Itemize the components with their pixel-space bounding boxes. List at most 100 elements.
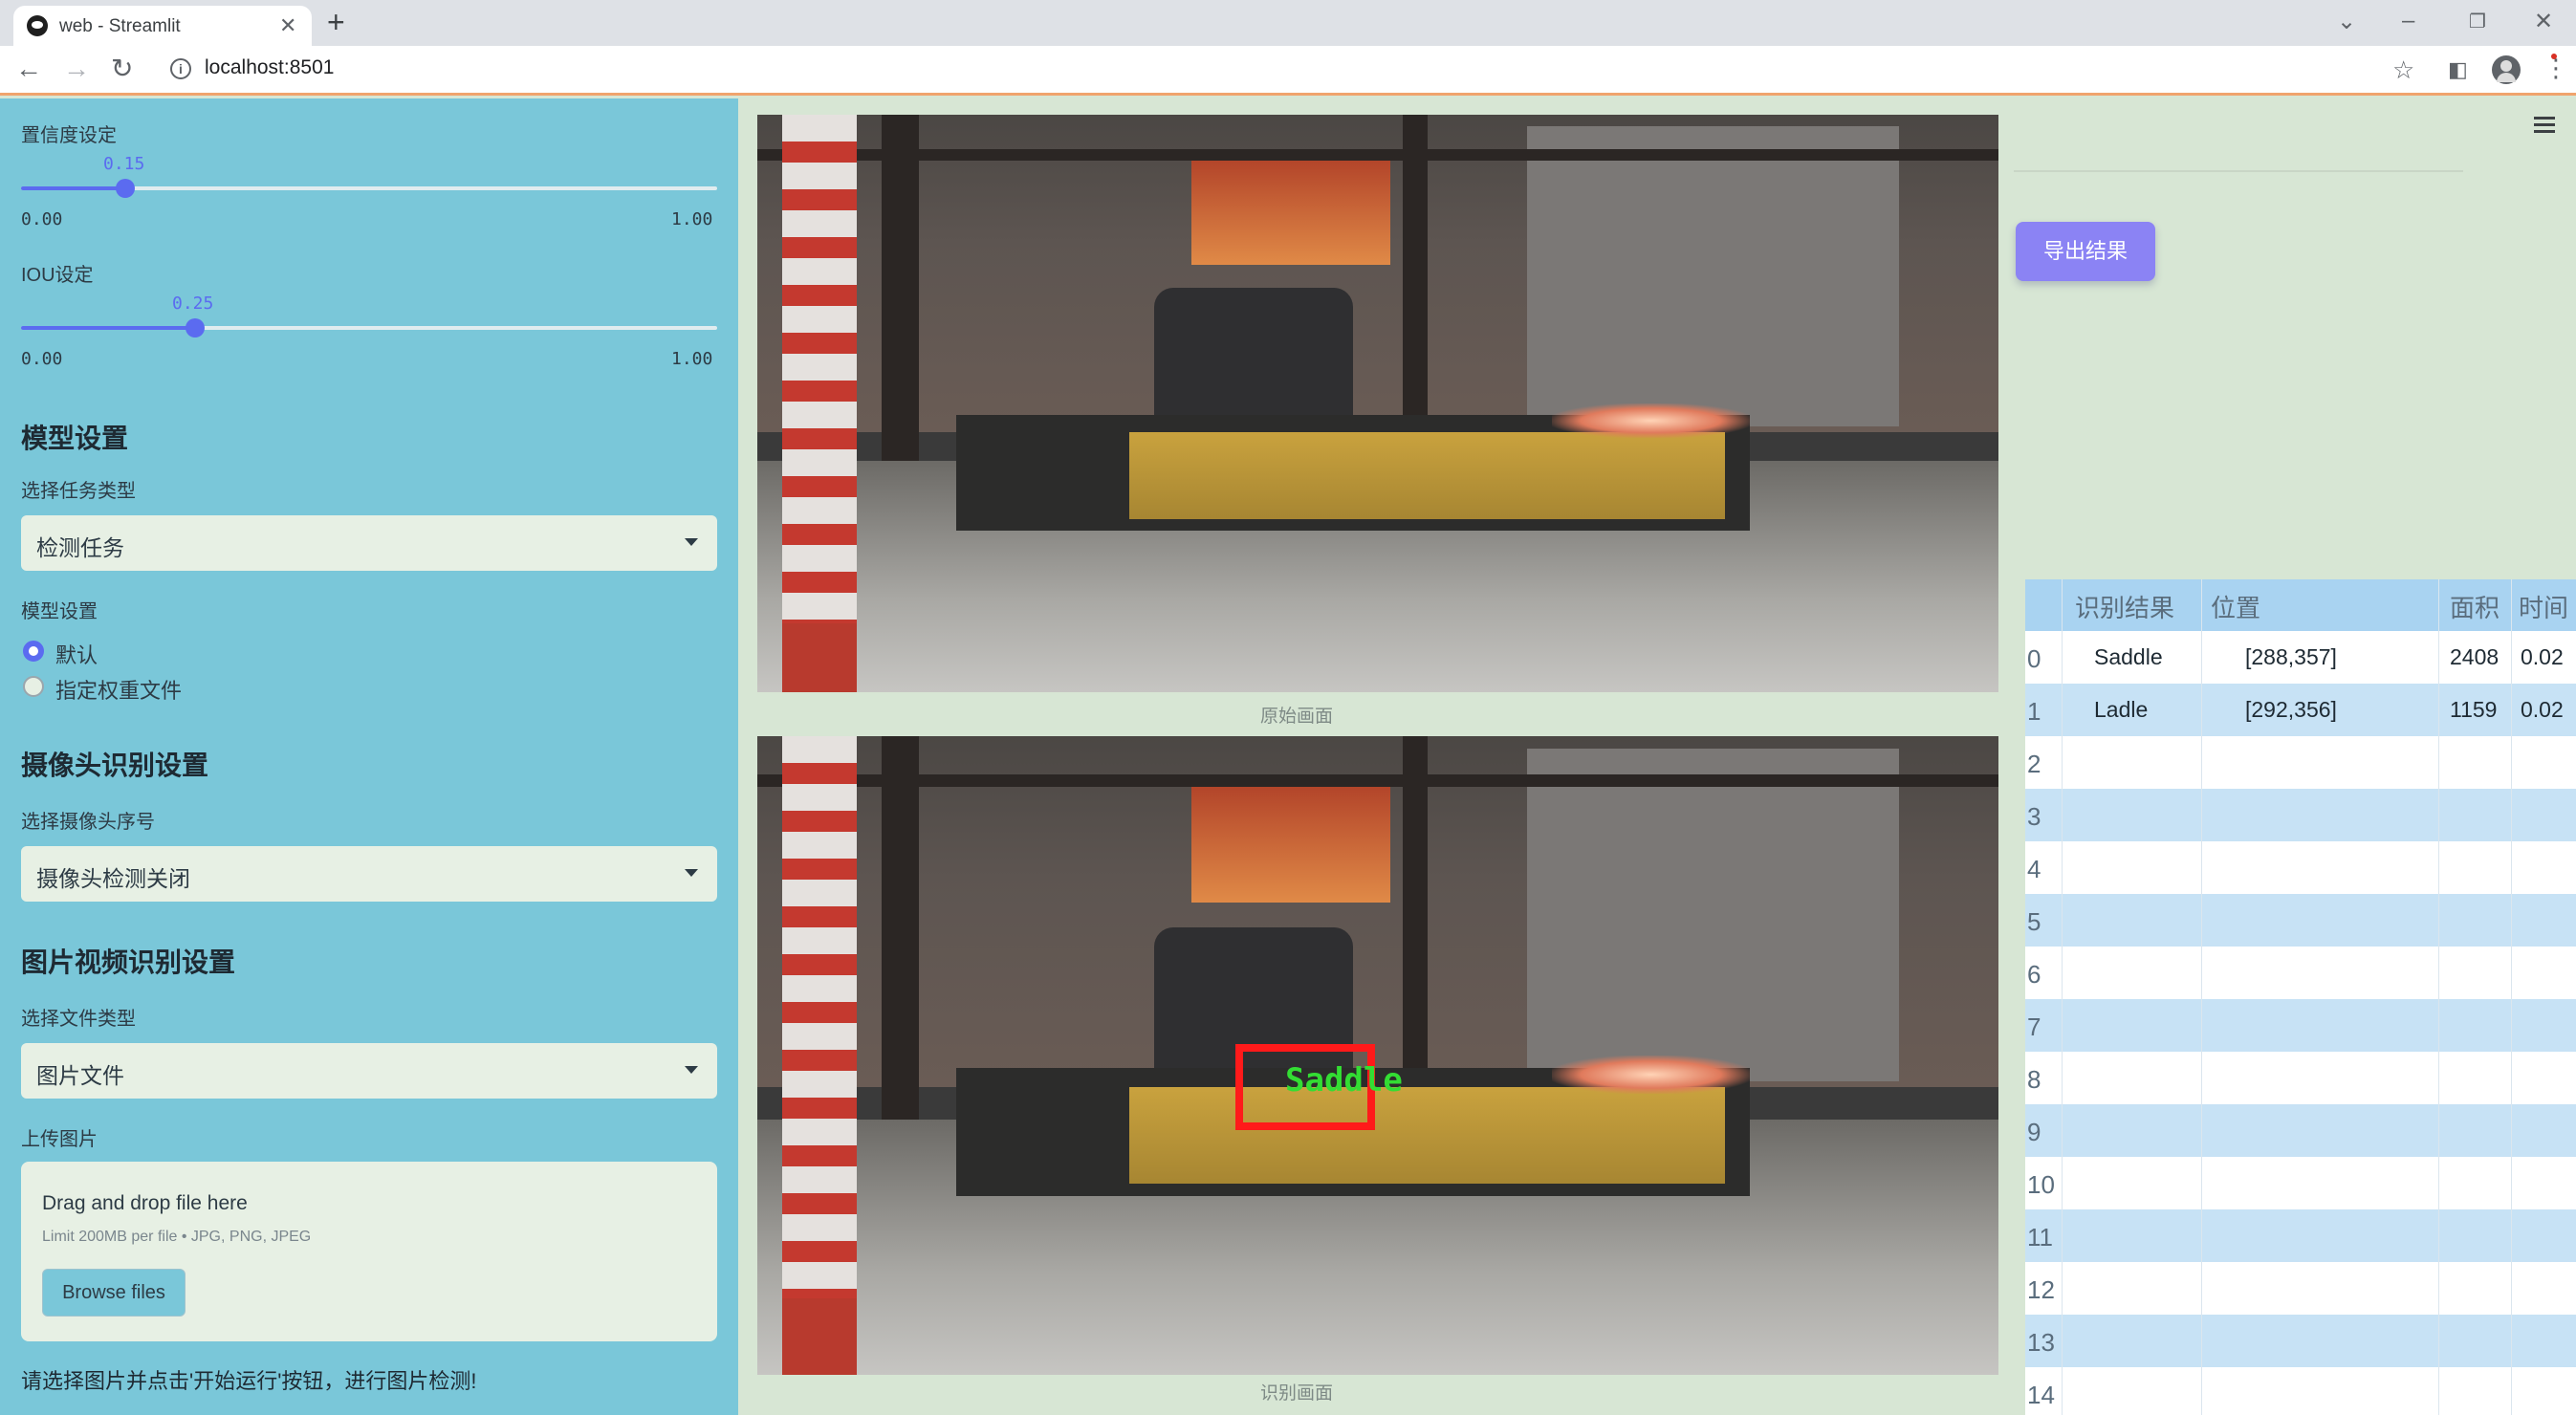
iou-label: IOU设定 xyxy=(21,265,94,286)
original-caption: 原始画面 xyxy=(1260,707,1334,727)
result-image: Saddle xyxy=(757,736,1998,1375)
table-row[interactable]: 3 xyxy=(2025,789,2576,841)
cell-area: 2408 xyxy=(2450,644,2500,669)
header-result[interactable]: 识别结果 xyxy=(2075,589,2174,624)
row-index: 2 xyxy=(2027,750,2041,778)
task-type-value: 检测任务 xyxy=(36,535,124,560)
results-table[interactable]: 识别结果 位置 面积 时间 0 Saddle [288,357] 2408 0.02 1 L… xyxy=(2025,579,2576,1415)
file-type-value: 图片文件 xyxy=(36,1063,124,1088)
new-tab-plus-icon[interactable]: + xyxy=(327,6,345,38)
header-position[interactable]: 位置 xyxy=(2211,589,2260,624)
kebab-menu-icon[interactable]: ⋮ xyxy=(2543,54,2568,82)
table-row[interactable]: 13 xyxy=(2025,1315,2576,1367)
scene-beam xyxy=(881,736,919,1184)
side-panel-icon[interactable]: ◧ xyxy=(2448,57,2468,82)
table-row[interactable]: 2 xyxy=(2025,736,2576,789)
header-area[interactable]: 面积 xyxy=(2450,589,2500,624)
column-divider xyxy=(2201,579,2202,1415)
file-type-label: 选择文件类型 xyxy=(21,1009,136,1030)
hamburger-menu-icon[interactable] xyxy=(2534,117,2555,134)
scene-hot-metal xyxy=(1191,161,1390,266)
radio-custom-circle[interactable] xyxy=(23,676,44,697)
close-icon[interactable]: ✕ xyxy=(279,13,296,38)
cell-result: Ladle xyxy=(2094,697,2149,722)
media-settings-heading: 图片视频识别设置 xyxy=(21,947,236,977)
table-row[interactable]: 9 xyxy=(2025,1104,2576,1157)
restore-icon[interactable]: ❐ xyxy=(2469,10,2486,33)
original-image xyxy=(757,115,1998,692)
scene-beam xyxy=(757,774,1998,788)
header-time[interactable]: 时间 xyxy=(2519,589,2568,624)
dropzone-limit: Limit 200MB per file • JPG, PNG, JPEG xyxy=(42,1229,312,1245)
radio-default-circle[interactable] xyxy=(23,641,44,662)
browser-toolbar: ← → ↻ i localhost:8501 ☆ ◧ ⋮ xyxy=(0,46,2576,96)
scene-red-base xyxy=(781,622,857,692)
file-uploader-dropzone[interactable]: Drag and drop file here Limit 200MB per … xyxy=(21,1162,717,1341)
table-row[interactable]: 14 xyxy=(2025,1367,2576,1415)
tab-search-chevron-down-icon[interactable]: ⌄ xyxy=(2337,8,2356,35)
camera-settings-heading: 摄像头识别设置 xyxy=(21,751,209,780)
table-row[interactable]: 10 xyxy=(2025,1157,2576,1209)
reload-icon[interactable]: ↻ xyxy=(111,54,133,84)
window-close-icon[interactable]: ✕ xyxy=(2534,8,2553,35)
back-arrow-icon[interactable]: ← xyxy=(15,54,42,84)
table-row[interactable]: 5 xyxy=(2025,894,2576,947)
scene-beam xyxy=(1402,736,1428,1120)
cell-time: 0.02 xyxy=(2521,697,2564,722)
browser-tab-bar: web - Streamlit ✕ + ⌄ – ❐ ✕ xyxy=(0,0,2576,46)
iou-slider-thumb[interactable] xyxy=(186,318,205,337)
camera-select[interactable]: 摄像头检测关闭 xyxy=(21,846,717,902)
confidence-slider-fill xyxy=(21,186,126,190)
table-row[interactable]: 8 xyxy=(2025,1052,2576,1104)
table-row[interactable]: 7 xyxy=(2025,999,2576,1052)
export-results-button[interactable]: 导出结果 xyxy=(2016,222,2155,281)
row-index: 1 xyxy=(2027,697,2041,726)
confidence-value: 0.15 xyxy=(103,154,145,174)
instruction-hint: 请选择图片并点击'开始运行'按钮，进行图片检测! xyxy=(21,1369,477,1393)
confidence-slider-thumb[interactable] xyxy=(116,179,136,198)
detection-label: Saddle xyxy=(1285,1061,1403,1099)
streamlit-favicon-icon xyxy=(27,15,48,36)
cell-time: 0.02 xyxy=(2521,644,2564,669)
confidence-max: 1.00 xyxy=(671,209,713,229)
table-row[interactable]: 12 xyxy=(2025,1262,2576,1315)
iou-slider[interactable] xyxy=(21,318,717,337)
table-row[interactable]: 6 xyxy=(2025,947,2576,999)
address-bar[interactable]: localhost:8501 xyxy=(205,56,334,79)
scene-red-base xyxy=(781,1297,857,1375)
browser-tab[interactable]: web - Streamlit ✕ xyxy=(13,6,312,46)
cell-result: Saddle xyxy=(2094,644,2163,669)
browse-files-button[interactable]: Browse files xyxy=(42,1269,186,1317)
info-icon[interactable]: i xyxy=(170,58,191,79)
scene-beam xyxy=(757,149,1998,162)
scene-hot-metal xyxy=(1191,787,1390,903)
confidence-label: 置信度设定 xyxy=(21,125,117,146)
scene-yellow-carriage xyxy=(1129,432,1726,519)
file-type-select[interactable]: 图片文件 xyxy=(21,1043,717,1099)
scene-yellow-carriage xyxy=(1129,1087,1726,1184)
forward-arrow-icon: → xyxy=(63,54,90,83)
confidence-slider[interactable] xyxy=(21,179,717,198)
scene-wall xyxy=(1526,749,1900,1081)
star-icon[interactable]: ☆ xyxy=(2392,55,2414,85)
row-index: 10 xyxy=(2027,1170,2055,1199)
model-settings-label: 模型设置 xyxy=(21,601,98,622)
result-caption: 识别画面 xyxy=(1260,1383,1334,1404)
chevron-down-icon xyxy=(685,1066,698,1074)
table-row[interactable]: 11 xyxy=(2025,1209,2576,1262)
row-index: 13 xyxy=(2027,1328,2055,1357)
column-divider xyxy=(2062,579,2063,1415)
row-index: 12 xyxy=(2027,1275,2055,1304)
camera-select-value: 摄像头检测关闭 xyxy=(36,866,190,891)
table-row[interactable]: 1 Ladle [292,356] 1159 0.02 xyxy=(2025,684,2576,736)
profile-icon[interactable] xyxy=(2492,55,2521,84)
column-divider xyxy=(2438,579,2439,1415)
iou-slider-fill xyxy=(21,326,195,330)
task-type-select[interactable]: 检测任务 xyxy=(21,515,717,571)
minimize-icon[interactable]: – xyxy=(2402,8,2414,34)
table-row[interactable]: 0 Saddle [288,357] 2408 0.02 xyxy=(2025,631,2576,684)
scene-beam xyxy=(881,115,919,519)
camera-select-label: 选择摄像头序号 xyxy=(21,812,155,833)
task-type-label: 选择任务类型 xyxy=(21,481,136,502)
table-row[interactable]: 4 xyxy=(2025,841,2576,894)
